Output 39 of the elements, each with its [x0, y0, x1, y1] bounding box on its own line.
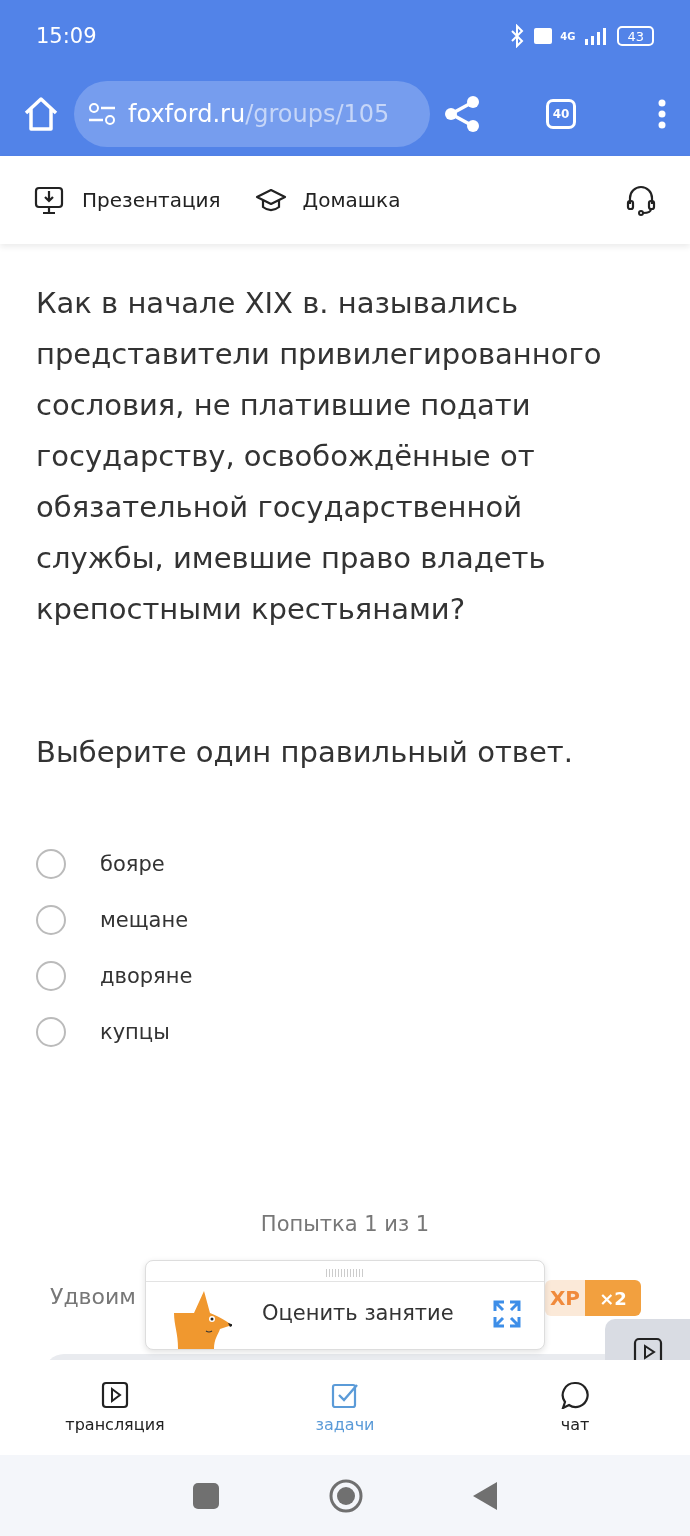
radio-button[interactable] — [36, 961, 66, 991]
rate-lesson-label[interactable]: Оценить занятие — [262, 1301, 454, 1325]
recent-apps-icon[interactable] — [193, 1482, 219, 1509]
tab-count-button[interactable]: 40 — [546, 99, 576, 129]
battery-indicator: 43 — [617, 26, 654, 46]
instruction-text: Выберите один правильный ответ. — [36, 735, 574, 769]
more-menu-icon[interactable] — [658, 99, 666, 129]
option-label[interactable]: дворяне — [100, 964, 193, 988]
attempt-text: Попытка 1 из 1 — [260, 1212, 430, 1236]
expand-icon[interactable] — [492, 1299, 522, 1329]
speech-bubble-icon — [561, 1381, 589, 1409]
back-icon[interactable] — [473, 1481, 497, 1510]
home-icon[interactable] — [22, 95, 60, 133]
tab[interactable]: чат — [460, 1360, 690, 1455]
toolbar-button[interactable]: Презентация — [34, 185, 221, 215]
bonus-text: Удвоим — [50, 1284, 136, 1309]
radio-button[interactable] — [36, 1017, 66, 1047]
play-icon — [101, 1381, 129, 1409]
clock: 15:09 — [36, 24, 97, 48]
xp-badge: XP — [545, 1280, 585, 1316]
radio-button[interactable] — [36, 849, 66, 879]
headset-icon[interactable] — [626, 184, 656, 216]
monitor-icon — [34, 185, 66, 215]
radio-button[interactable] — [36, 905, 66, 935]
site-settings-icon — [88, 102, 116, 126]
checkbox-icon — [331, 1381, 359, 1409]
question-text: Как в начале XIX в. назывались представители привилегированного сословия, не платившие подати государству, освобождённые от обязательной государственной службы, имевшие право владеть крепостными крестьянами? — [36, 285, 603, 628]
option-label[interactable]: бояре — [100, 852, 165, 876]
option-label[interactable]: купцы — [100, 1020, 170, 1044]
option-label[interactable]: мещане — [100, 908, 189, 932]
tab[interactable]: трансляция — [0, 1360, 230, 1455]
rating-popup[interactable]: Оценить занятие — [145, 1260, 545, 1350]
multiplier-badge: ×2 — [585, 1280, 641, 1316]
network-label: 4G — [560, 30, 576, 42]
play-icon — [632, 1337, 663, 1360]
toolbar-button[interactable]: Домашка — [254, 185, 401, 215]
share-icon[interactable] — [444, 96, 480, 132]
home-button-icon[interactable] — [329, 1478, 363, 1513]
url-text: foxford.ru/groups/105 — [128, 100, 390, 128]
